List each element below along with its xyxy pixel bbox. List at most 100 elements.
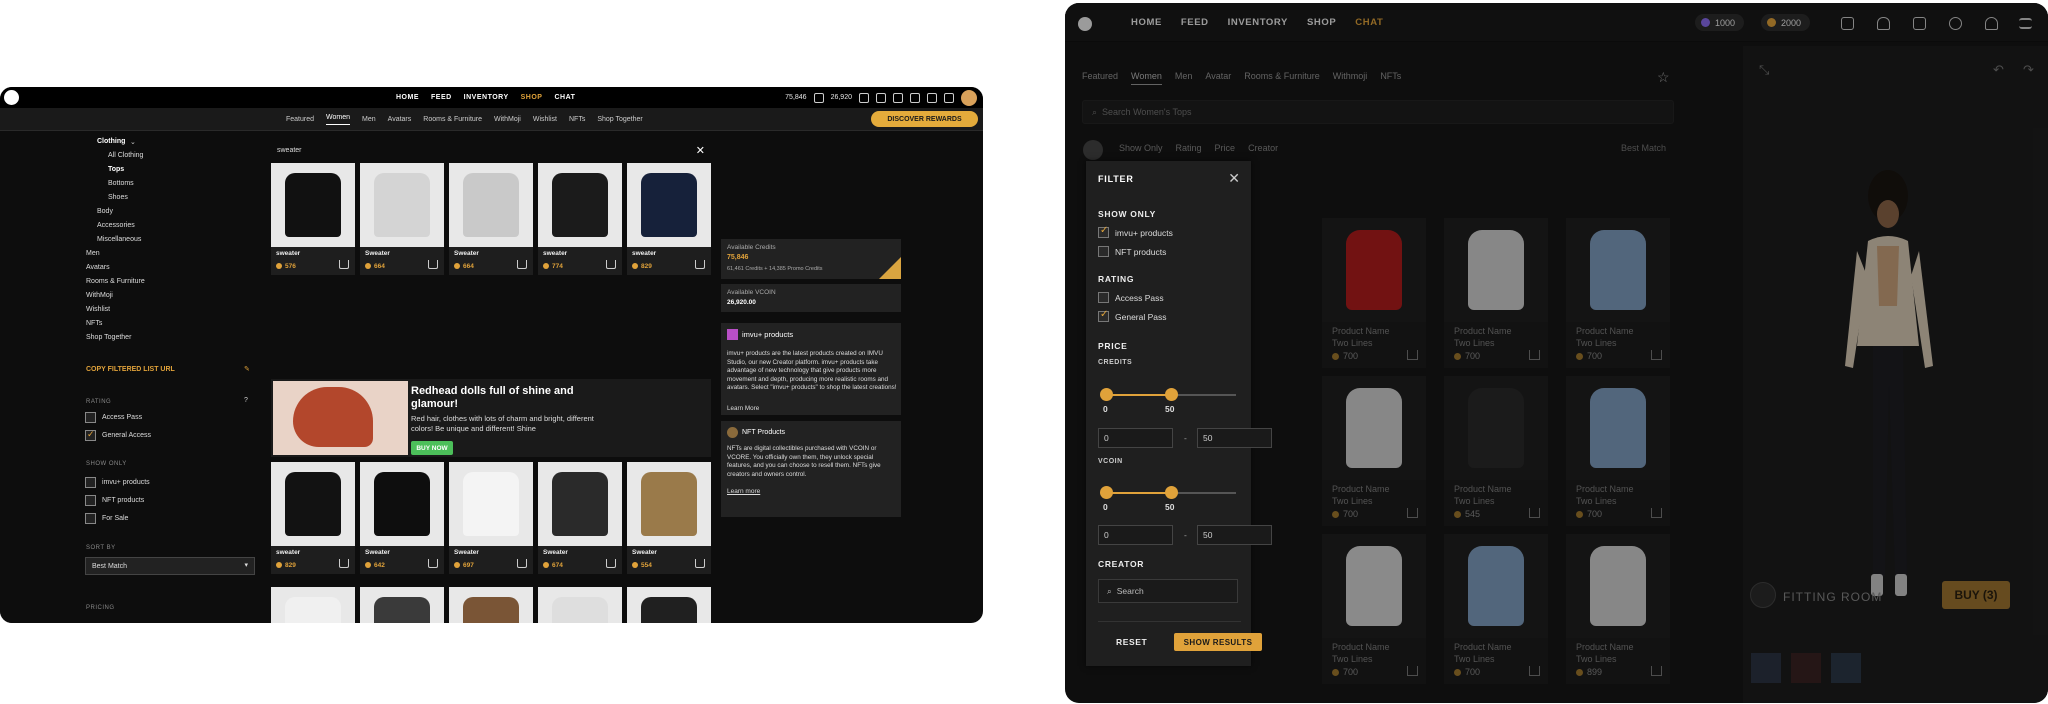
vcoin-pill[interactable]: 1000	[1695, 14, 1745, 31]
buy-now-button[interactable]: BUY NOW	[411, 441, 453, 455]
product-card[interactable]: Product Name Two Lines 700	[1444, 534, 1548, 684]
nav-chat[interactable]: CHAT	[554, 94, 575, 101]
close-icon[interactable]: ✕	[696, 144, 705, 157]
store-icon[interactable]	[1913, 17, 1926, 30]
add-to-cart-icon[interactable]	[428, 559, 438, 568]
product-card[interactable]: Sweater 697	[449, 462, 533, 574]
menu-icon[interactable]	[2019, 18, 2032, 29]
nav-shop[interactable]: SHOP	[1307, 17, 1336, 28]
nav-chat[interactable]: CHAT	[1355, 17, 1383, 28]
subnav-withmoji[interactable]: WithMoji	[494, 116, 521, 123]
tab-men[interactable]: Men	[1175, 71, 1193, 85]
vcoin-max-handle[interactable]	[1165, 486, 1178, 499]
reset-button[interactable]: RESET	[1116, 637, 1147, 647]
nav-home[interactable]: HOME	[1131, 17, 1162, 28]
tab-featured[interactable]: Featured	[1082, 71, 1118, 85]
vcoin-range-slider[interactable]	[1100, 486, 1236, 499]
product-card[interactable]: Product Name Two Lines 700	[1566, 376, 1670, 526]
nav-home[interactable]: HOME	[396, 94, 419, 101]
product-card[interactable]: Sweater 554	[627, 462, 711, 574]
search-input[interactable]: ⌕ Search Women's Tops	[1082, 100, 1674, 124]
notification-bell-icon[interactable]	[1877, 17, 1890, 30]
add-to-cart-icon[interactable]	[428, 260, 438, 269]
sidebar-item-bottoms[interactable]: Bottoms	[108, 180, 134, 187]
vcoin-min-handle[interactable]	[1100, 486, 1113, 499]
nft-checkbox[interactable]	[1098, 246, 1109, 257]
subnav-nfts[interactable]: NFTs	[569, 116, 585, 123]
sidebar-item-body[interactable]: Body	[97, 208, 113, 215]
for-sale-checkbox[interactable]	[85, 513, 96, 524]
add-to-cart-icon[interactable]	[695, 559, 705, 568]
nft-products-checkbox[interactable]	[85, 495, 96, 506]
sidebar-item-shop-together[interactable]: Shop Together	[86, 334, 131, 341]
nav-shop[interactable]: SHOP	[521, 94, 543, 101]
filter-toggle-button[interactable]	[1083, 140, 1103, 160]
add-to-cart-icon[interactable]	[606, 260, 616, 269]
add-to-cart-icon[interactable]	[1407, 508, 1418, 518]
creator-search-input[interactable]: ⌕ Search	[1098, 579, 1238, 603]
imvu-logo-icon[interactable]	[1078, 17, 1092, 31]
imvu-plus-checkbox[interactable]	[85, 477, 96, 488]
product-card[interactable]: Product Name Two Lines 899	[1566, 534, 1670, 684]
sidebar-item-accessories[interactable]: Accessories	[97, 222, 135, 229]
sidebar-item-nfts[interactable]: NFTs	[86, 320, 102, 327]
access-pass-checkbox[interactable]	[1098, 292, 1109, 303]
subnav-rooms[interactable]: Rooms & Furniture	[423, 116, 482, 123]
general-pass-checkbox[interactable]	[1098, 309, 1109, 322]
filter-creator[interactable]: Creator	[1248, 143, 1278, 153]
product-card[interactable]: Sweater703	[538, 587, 622, 623]
tab-avatar[interactable]: Avatar	[1205, 71, 1231, 85]
copy-filtered-url-link[interactable]: COPY FILTERED LIST URL	[86, 366, 175, 373]
credits-min-handle[interactable]	[1100, 388, 1113, 401]
nft-learn-more-link[interactable]: Learn more	[727, 488, 760, 495]
product-card[interactable]: Sweater 642	[360, 462, 444, 574]
profile-icon[interactable]	[1985, 17, 1998, 30]
subnav-avatars[interactable]: Avatars	[388, 116, 412, 123]
imvu-plus-option[interactable]: imvu+ products	[1098, 225, 1173, 238]
add-to-cart-icon[interactable]	[1529, 508, 1540, 518]
product-card[interactable]: Sweater 664	[449, 163, 533, 275]
add-to-cart-icon[interactable]	[1529, 350, 1540, 360]
notification-bell-icon[interactable]	[927, 92, 937, 103]
product-card[interactable]: Sweater488	[449, 587, 533, 623]
add-to-cart-icon[interactable]	[606, 559, 616, 568]
subnav-featured[interactable]: Featured	[286, 116, 314, 123]
product-card[interactable]: Sweater609	[360, 587, 444, 623]
product-card[interactable]: sweater 576	[271, 163, 355, 275]
credits-pill[interactable]: 2000	[1761, 14, 1811, 31]
product-card[interactable]: sweater 829	[627, 163, 711, 275]
add-to-cart-icon[interactable]	[1651, 508, 1662, 518]
tab-nfts[interactable]: NFTs	[1380, 71, 1401, 85]
show-results-button[interactable]: SHOW RESULTS	[1174, 633, 1262, 651]
subnav-women[interactable]: Women	[326, 114, 351, 125]
fitting-thumb-1[interactable]	[1751, 653, 1781, 683]
subnav-shop-together[interactable]: Shop Together	[597, 116, 642, 123]
vcoin-min-input[interactable]: 0	[1098, 525, 1173, 545]
add-to-cart-icon[interactable]	[339, 559, 349, 568]
sidebar-item-tops[interactable]: Tops	[108, 166, 124, 173]
sidebar-item-wishlist[interactable]: Wishlist	[86, 306, 110, 313]
people-icon[interactable]	[944, 92, 954, 103]
subnav-men[interactable]: Men	[362, 116, 376, 123]
add-to-cart-icon[interactable]	[1407, 350, 1418, 360]
credits-min-input[interactable]: 0	[1098, 428, 1173, 448]
sidebar-item-shoes[interactable]: Shoes	[108, 194, 128, 201]
product-card[interactable]: Sweater 664	[360, 163, 444, 275]
sidebar-item-rooms[interactable]: Rooms & Furniture	[86, 278, 145, 285]
add-to-cart-icon[interactable]	[695, 260, 705, 269]
sidebar-item-misc[interactable]: Miscellaneous	[97, 236, 141, 243]
promo-banner[interactable]: Redhead dolls full of shine and glamour!…	[271, 379, 711, 457]
tab-withmoji[interactable]: Withmoji	[1333, 71, 1368, 85]
redo-icon[interactable]: ↷	[2023, 62, 2034, 78]
search-input[interactable]: sweater ✕	[271, 143, 711, 157]
credits-max-input[interactable]: 50	[1197, 428, 1272, 448]
tab-rooms[interactable]: Rooms & Furniture	[1244, 71, 1320, 85]
avatar[interactable]	[961, 89, 977, 106]
general-pass-option[interactable]: General Pass	[1098, 309, 1167, 322]
sidebar-item-withmoji[interactable]: WithMoji	[86, 292, 113, 299]
add-to-cart-icon[interactable]	[517, 559, 527, 568]
fitting-thumb-2[interactable]	[1791, 653, 1821, 683]
add-to-cart-icon[interactable]	[1651, 350, 1662, 360]
nft-option[interactable]: NFT products	[1098, 246, 1166, 257]
collapse-icon[interactable]: ⤡	[1759, 62, 1769, 78]
